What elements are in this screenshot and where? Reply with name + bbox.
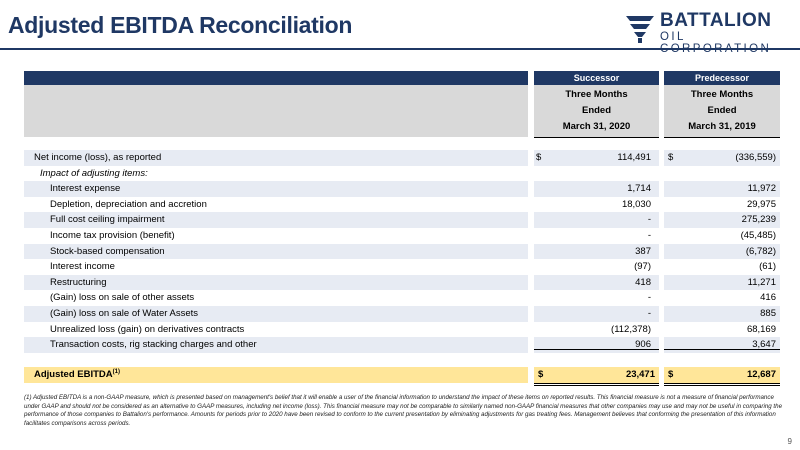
predecessor-period-line2: Ended: [707, 105, 737, 116]
page-title: Adjusted EBITDA Reconciliation: [8, 12, 353, 38]
row-label: Interest income: [50, 261, 115, 273]
successor-value: 114,491: [617, 152, 651, 163]
table-row: Impact of adjusting items:: [24, 166, 780, 182]
row-label: Net income (loss), as reported: [34, 152, 162, 163]
predecessor-value: 11,972: [747, 183, 776, 195]
row-label: Income tax provision (benefit): [50, 230, 175, 241]
predecessor-value: (336,559): [735, 152, 776, 163]
table-row: Income tax provision (benefit) - (45,485): [24, 228, 780, 244]
table-row: Unrealized loss (gain) on derivatives co…: [24, 322, 780, 338]
row-label: (Gain) loss on sale of other assets: [50, 292, 195, 304]
predecessor-value: (61): [759, 261, 776, 273]
label-header-band: [24, 71, 528, 85]
row-label: Full cost ceiling impairment: [50, 214, 165, 226]
successor-value: (112,378): [611, 323, 651, 335]
predecessor-value: 11,271: [747, 276, 776, 288]
predecessor-value: 885: [760, 308, 776, 319]
table-row: Full cost ceiling impairment - 275,239: [24, 212, 780, 228]
table-row: Restructuring 418 11,271: [24, 274, 780, 291]
total-label: Adjusted EBITDA(1): [34, 368, 120, 380]
predecessor-double-underline: [664, 383, 780, 386]
row-label: (Gain) loss on sale of Water Assets: [50, 308, 199, 319]
successor-header-underline: [534, 137, 659, 138]
footnote: (1) Adjusted EBITDA is a non-GAAP measur…: [24, 394, 783, 427]
successor-value: -: [647, 214, 651, 226]
logo-subtitle: OIL CORPORATION: [660, 31, 772, 55]
predecessor-value: 275,239: [741, 214, 776, 226]
row-label: Stock-based compensation: [50, 245, 165, 257]
table-row: Interest expense 1,714 11,972: [24, 181, 780, 197]
table-row: (Gain) loss on sale of Water Assets - 885: [24, 306, 780, 322]
predecessor-value: 29,975: [746, 198, 776, 210]
successor-column-header: Successor Three Months Ended March 31, 2…: [534, 71, 659, 137]
battalion-logo-icon: [626, 16, 654, 43]
successor-period-date: March 31, 2020: [562, 121, 631, 132]
predecessor-value: (45,485): [740, 230, 776, 241]
footnote-marker: (1): [112, 368, 120, 375]
successor-label: Successor: [534, 71, 659, 85]
successor-value: (97): [634, 261, 651, 273]
successor-period-line1: Three Months: [565, 89, 628, 100]
logo-name: BATTALION: [660, 10, 772, 31]
successor-subtotal-underline: [534, 349, 659, 350]
table-row: Transaction costs, rig stacking charges …: [24, 337, 780, 353]
successor-value: 387: [635, 245, 651, 257]
table-row: Net income (loss), as reported $ $114,491 (…: [24, 150, 780, 166]
predecessor-column-header: Predecessor Three Months Ended March 31,…: [664, 71, 780, 137]
predecessor-value: 416: [760, 292, 776, 304]
row-label: Interest expense: [50, 183, 121, 195]
successor-value: -: [647, 292, 651, 304]
successor-value: -: [647, 308, 651, 319]
row-label: Impact of adjusting items:: [40, 167, 148, 179]
company-logo: BATTALION OIL CORPORATION: [624, 10, 794, 55]
total-predecessor-value: 12,687: [746, 369, 776, 380]
successor-value: 418: [635, 276, 651, 288]
table-row: Stock-based compensation 387 (6,782): [24, 243, 780, 260]
predecessor-label: Predecessor: [664, 71, 780, 85]
total-successor-dollar: $: [538, 369, 544, 380]
predecessor-value: 68,169: [746, 323, 776, 335]
adjusted-ebitda-total-row: Adjusted EBITDA(1) $ 23,471 $ 12,687: [24, 367, 780, 386]
total-successor-value: 23,471: [625, 369, 655, 380]
page-number: 9: [787, 437, 792, 446]
successor-value: 906: [635, 339, 651, 351]
total-predecessor-dollar: $: [668, 369, 674, 380]
successor-value: -: [647, 230, 651, 241]
predecessor-header-underline: [664, 137, 780, 138]
row-label: Transaction costs, rig stacking charges …: [50, 339, 257, 351]
table-row: Interest income (97) (61): [24, 259, 780, 275]
table-row: Depletion, depreciation and accretion 18,…: [24, 197, 780, 213]
predecessor-value: 3,647: [752, 339, 776, 351]
successor-period-line2: Ended: [581, 105, 612, 116]
successor-value: 18,030: [621, 198, 651, 210]
predecessor-value: (6,782): [745, 245, 776, 257]
predecessor-dollar-sign: $: [668, 152, 674, 163]
predecessor-period-date: March 31, 2019: [688, 121, 756, 132]
row-label: Unrealized loss (gain) on derivatives co…: [50, 323, 245, 335]
row-label: Restructuring: [50, 276, 107, 288]
successor-dollar-sign: $: [536, 152, 542, 163]
label-header-fill: [24, 85, 528, 137]
predecessor-subtotal-underline: [664, 349, 780, 350]
row-label: Depletion, depreciation and accretion: [50, 198, 207, 210]
table-row: (Gain) loss on sale of other assets - 416: [24, 290, 780, 306]
predecessor-period-line1: Three Months: [690, 89, 754, 100]
successor-value: 1,714: [627, 183, 651, 195]
successor-double-underline: [534, 383, 659, 386]
